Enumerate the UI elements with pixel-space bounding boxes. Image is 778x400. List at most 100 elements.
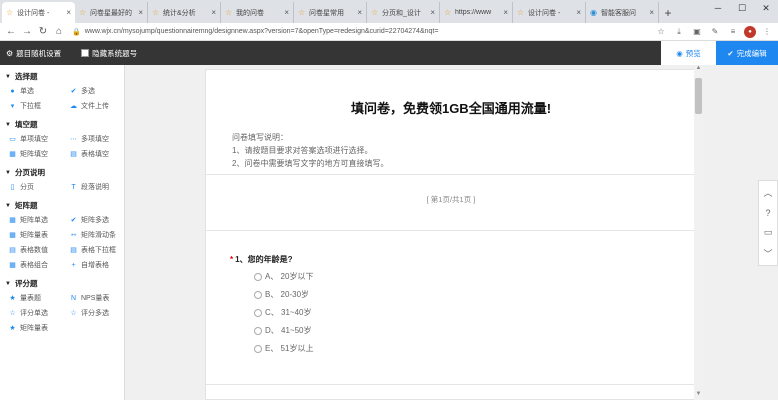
reload-icon[interactable]: ↻ (36, 25, 50, 39)
extension-icon[interactable]: ▣ (690, 25, 704, 39)
sidebar-item[interactable]: ● 单选 (5, 86, 66, 96)
close-icon[interactable]: × (503, 8, 508, 17)
radio-button[interactable] (254, 290, 262, 299)
option-item[interactable]: A、 20岁以下 (254, 271, 313, 282)
sidebar-item[interactable]: ⋯ 多项填空 (66, 134, 124, 144)
scroll-down-icon[interactable]: ▼ (694, 391, 703, 400)
scroll-thumb[interactable] (695, 78, 702, 114)
preview-button[interactable]: ◉ 预览 (661, 41, 716, 65)
help-icon[interactable]: ? (765, 208, 770, 218)
sidebar-section-title[interactable]: ▼ 选择题 (5, 71, 124, 82)
chevron-up-icon[interactable]: ︿ (763, 186, 772, 199)
hide-numbers-toggle[interactable]: 隐藏系统题号 (81, 48, 137, 59)
sidebar-item-label: 单选 (20, 88, 34, 95)
close-icon[interactable]: × (430, 8, 435, 17)
sidebar-section: ▼ 填空题 ▭ 单项填空 ⋯ 多项填空 ▦ 矩阵填空 ▤ 表格填空 (0, 113, 124, 161)
star-icon: ☆ (371, 7, 379, 17)
more-icon[interactable]: ⋮ (760, 25, 774, 39)
menu-icon[interactable]: ≡ (726, 25, 740, 39)
option-item[interactable]: B、 20-30岁 (254, 289, 309, 300)
close-icon[interactable]: × (357, 8, 362, 17)
question-title[interactable]: * 1、您的年龄是? (230, 254, 292, 265)
sidebar-section-title[interactable]: ▼ 填空题 (5, 119, 124, 130)
sidebar-section: ▼ 评分题 ★ 量表题 N NPS量表 ☆ 评分单选 ☆ 评分多选 ★ 矩阵量表 (0, 272, 124, 335)
avatar[interactable]: ● (744, 25, 756, 38)
survey-description[interactable]: 问卷填写说明： 1、请按题目要求对答案选项进行选择。 2、问卷中需要填写文字的地… (232, 131, 388, 170)
sidebar-item[interactable]: ▦ 矩阵单选 (5, 215, 66, 225)
forward-icon[interactable]: → (20, 25, 34, 39)
sidebar-item-label: 评分多选 (81, 310, 109, 317)
sidebar-section-title[interactable]: ▼ 评分题 (5, 278, 124, 289)
close-icon[interactable]: × (284, 8, 289, 17)
sidebar-item[interactable]: ★ 量表题 (5, 293, 66, 303)
sidebar-item[interactable]: ▦ 矩阵量表 (5, 230, 66, 240)
sidebar-section-title[interactable]: ▼ 分页说明 (5, 167, 124, 178)
close-window-icon[interactable]: ✕ (754, 0, 778, 16)
sidebar-item[interactable]: + 自增表格 (66, 260, 124, 270)
survey-title[interactable]: 填问卷，免费领1GB全国通用流量! (206, 98, 696, 117)
sidebar-item[interactable]: T 段落说明 (66, 182, 124, 192)
sidebar-item[interactable]: ✔ 多选 (66, 86, 124, 96)
sidebar-item[interactable]: ☁ 文件上传 (66, 101, 124, 111)
sidebar-item[interactable]: ▾ 下拉框 (5, 101, 66, 111)
sidebar-item[interactable]: ✔ 矩阵多选 (66, 215, 124, 225)
done-editing-button[interactable]: ✔ 完成编辑 (716, 41, 778, 65)
browser-tab[interactable]: ☆ 问卷星最好的 × (75, 2, 148, 23)
close-icon[interactable]: × (211, 8, 216, 17)
sidebar-item[interactable]: ▤ 表格填空 (66, 149, 124, 159)
pen-icon[interactable]: ✎ (708, 25, 722, 39)
sidebar-item[interactable]: N NPS量表 (66, 293, 124, 303)
back-icon[interactable]: ← (4, 25, 18, 39)
browser-tab[interactable]: ◉ 智能客服问 × (586, 2, 659, 23)
home-icon[interactable]: ⌂ (52, 25, 66, 39)
sidebar-item[interactable]: ☆ 评分多选 (66, 308, 124, 318)
browser-tab[interactable]: ☆ https://www × (440, 2, 513, 23)
bookmark-star-icon[interactable]: ☆ (654, 25, 668, 39)
sidebar-item[interactable]: ▤ 表格下拉框 (66, 245, 124, 255)
random-settings-button[interactable]: ⚙ 题目随机设置 (6, 48, 61, 59)
radio-button[interactable] (254, 344, 262, 353)
close-icon[interactable]: × (649, 8, 654, 17)
dot-icon: ● (10, 87, 15, 95)
hide-numbers-checkbox[interactable] (81, 49, 90, 57)
maximize-icon[interactable]: ☐ (730, 0, 754, 16)
close-icon[interactable]: × (576, 8, 581, 17)
sidebar-items: ★ 量表题 N NPS量表 ☆ 评分单选 ☆ 评分多选 ★ 矩阵量表 (5, 293, 124, 333)
browser-tab[interactable]: ☆ 设计问卷 - × (513, 2, 586, 23)
radio-button[interactable] (254, 308, 262, 317)
close-icon[interactable]: × (138, 8, 143, 17)
browser-tab[interactable]: ☆ 统计&分析 × (148, 2, 221, 23)
option-item[interactable]: E、 51岁以上 (254, 343, 313, 354)
sidebar-item[interactable]: ▯ 分页 (5, 182, 66, 192)
browser-tab[interactable]: ☆ 我的问卷 × (221, 2, 294, 23)
scroll-up-icon[interactable]: ▲ (694, 65, 703, 74)
sidebar-item[interactable]: ▭ 单项填空 (5, 134, 66, 144)
sidebar-item[interactable]: ⇿ 矩阵滑动条 (66, 230, 124, 240)
sidebar-item[interactable]: ▦ 表格组合 (5, 260, 66, 270)
done-label: 完成编辑 (736, 48, 767, 58)
browser-tab[interactable]: ☆ 问卷星常用 × (294, 2, 367, 23)
radio-button[interactable] (254, 272, 262, 281)
option-item[interactable]: C、 31~40岁 (254, 307, 311, 318)
browser-tab[interactable]: ☆ 分页和_设计 × (367, 2, 440, 23)
radio-button[interactable] (254, 326, 262, 335)
scrollbar[interactable]: ▲ ▼ (694, 65, 703, 400)
eye-icon: ◉ (676, 48, 683, 58)
lock-icon: 🔒 (72, 28, 81, 36)
sidebar-item[interactable]: ▦ 矩阵填空 (5, 149, 66, 159)
chat-icon[interactable]: ▭ (764, 227, 773, 238)
minimize-icon[interactable]: ─ (706, 0, 730, 16)
url-input[interactable]: 🔒 www.wjx.cn/mysojump/questionnairemng/d… (68, 25, 650, 39)
download-icon[interactable]: ⤓ (672, 25, 686, 39)
new-tab-button[interactable]: + (659, 2, 677, 23)
close-icon[interactable]: × (66, 8, 71, 17)
sidebar-item[interactable]: ▤ 表格数值 (5, 245, 66, 255)
option-item[interactable]: D、 41~50岁 (254, 325, 311, 336)
sidebar-item[interactable]: ☆ 评分单选 (5, 308, 66, 318)
sidebar-item[interactable]: ★ 矩阵量表 (5, 323, 66, 333)
sidebar-section-title[interactable]: ▼ 矩阵题 (5, 200, 124, 211)
caret-down-icon: ▼ (5, 202, 11, 209)
caret-down-icon: ▼ (5, 73, 11, 80)
browser-tab[interactable]: ☆ 设计问卷 - × (2, 2, 75, 23)
chevron-down-icon[interactable]: ﹀ (763, 247, 772, 260)
